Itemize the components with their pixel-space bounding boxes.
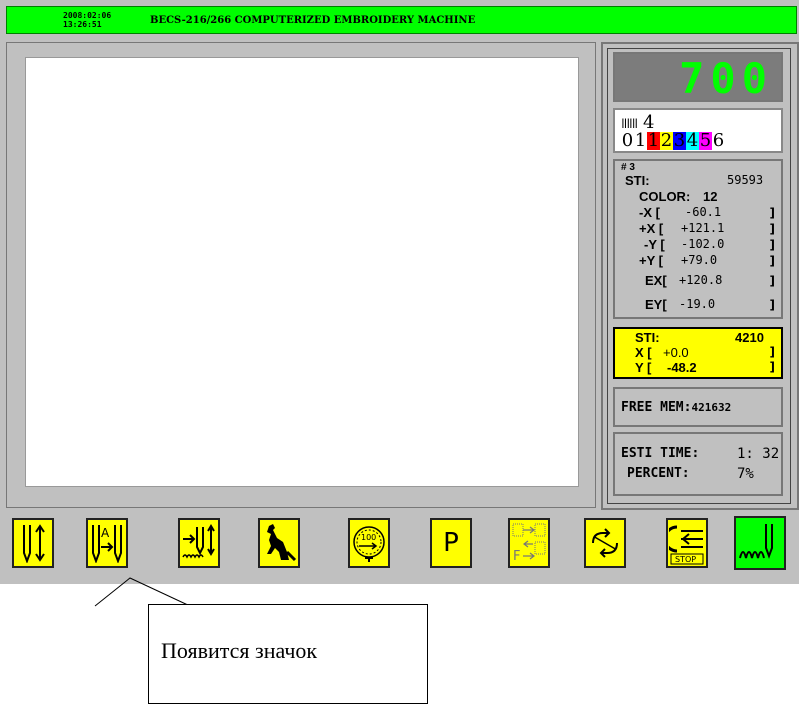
callout-box: Появится значок xyxy=(148,604,428,704)
callout-pointer xyxy=(94,577,191,607)
callout-text: Появится значок xyxy=(161,638,318,663)
